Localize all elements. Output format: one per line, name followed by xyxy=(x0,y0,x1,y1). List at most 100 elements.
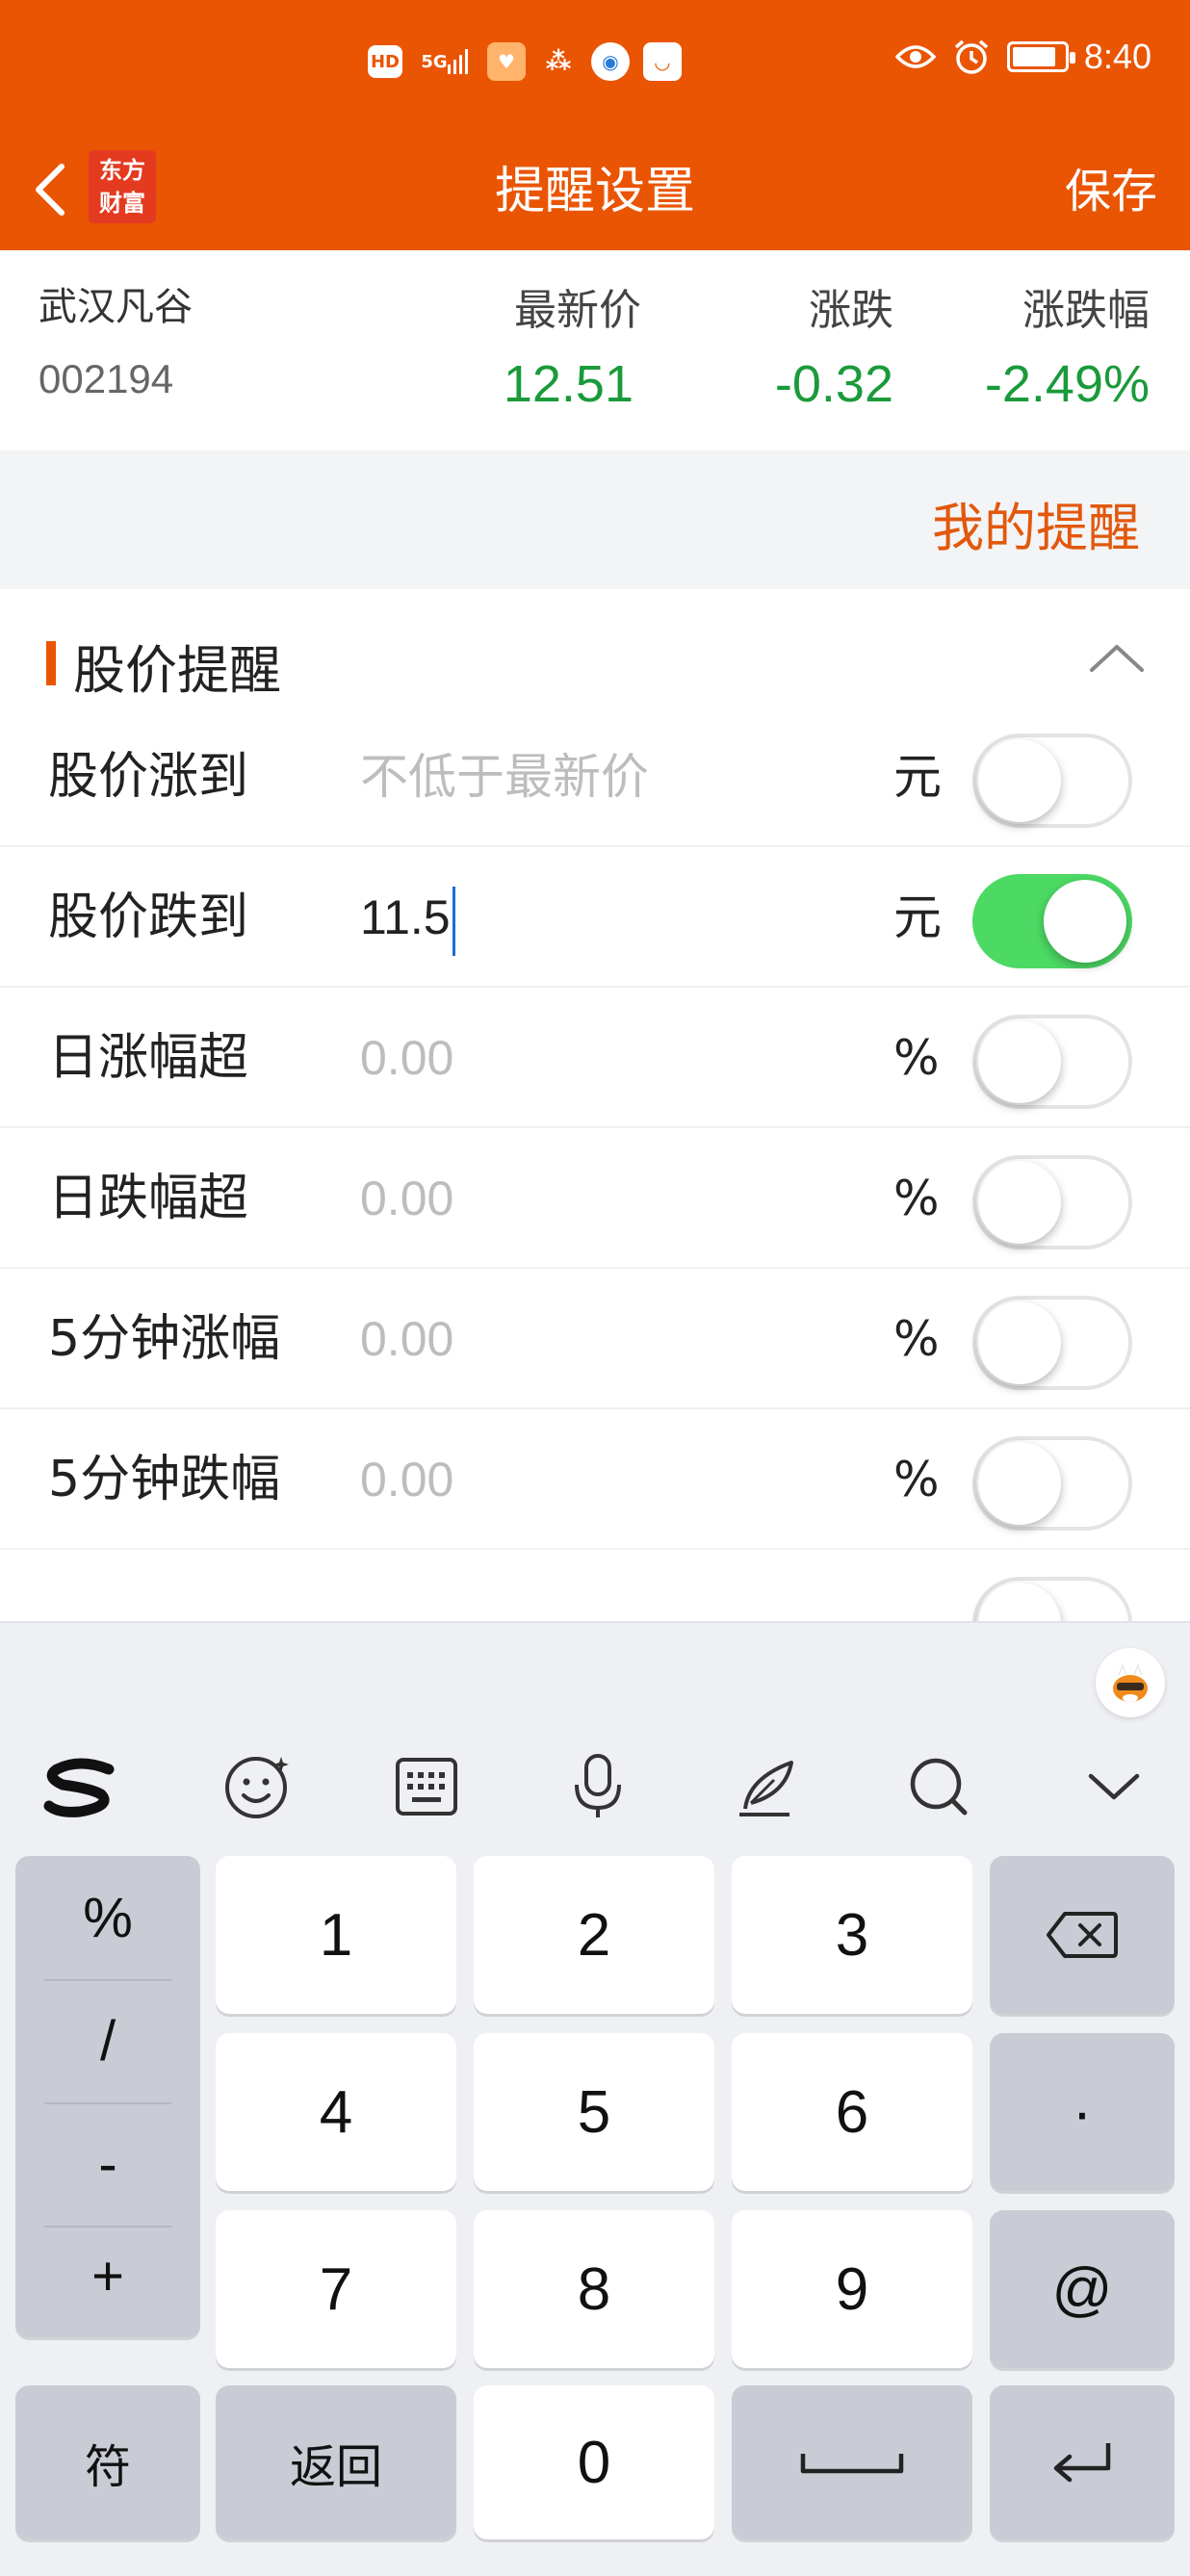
battery-icon xyxy=(1006,41,1075,72)
alert-row-daily-fall: 日跌幅超 0.00 % xyxy=(0,1128,1190,1269)
clock: 8:40 xyxy=(1083,37,1151,76)
row-unit: % xyxy=(893,1030,940,1086)
key-8[interactable]: 8 xyxy=(474,2210,714,2368)
five-min-fall-toggle[interactable] xyxy=(972,1436,1132,1531)
symbols-key[interactable]: 符 xyxy=(15,2385,200,2539)
price-down-input[interactable]: 11.5 xyxy=(360,847,455,988)
microphone-icon[interactable] xyxy=(555,1739,641,1835)
daily-fall-input[interactable]: 0.00 xyxy=(360,1128,453,1269)
toggle-knob xyxy=(978,1301,1061,1384)
alert-row-5min-fall: 5分钟跌幅 0.00 % xyxy=(0,1409,1190,1550)
handwriting-pen-icon[interactable] xyxy=(724,1739,811,1835)
eye-icon xyxy=(894,37,936,77)
browser-icon: ◉ xyxy=(591,42,630,81)
numeric-keyboard: % / - + 1 2 3 4 5 6 · 7 8 9 @ 符 返回 0 xyxy=(0,1621,1190,2576)
row-label: 股价跌到 xyxy=(48,889,249,946)
key-slash[interactable]: / xyxy=(15,1979,200,2102)
stock-code: 002194 xyxy=(39,356,174,401)
hd-icon: HD xyxy=(368,45,402,78)
my-reminders-link[interactable]: 我的提醒 xyxy=(932,485,1140,561)
key-dot[interactable]: · xyxy=(990,2033,1175,2191)
row-unit: % xyxy=(893,1311,940,1367)
row-unit: 元 xyxy=(893,749,942,805)
header-latest-price: 最新价 xyxy=(514,286,641,335)
backspace-icon xyxy=(1047,1912,1118,1958)
toggle-knob xyxy=(978,1161,1061,1244)
alert-row-5min-rise: 5分钟涨幅 0.00 % xyxy=(0,1269,1190,1409)
nav-bar: 东方 财富 提醒设置 保存 xyxy=(0,133,1190,250)
return-key[interactable]: 返回 xyxy=(216,2385,456,2539)
key-plus[interactable]: + xyxy=(15,2214,200,2337)
price-down-toggle[interactable] xyxy=(972,874,1132,968)
header-change-percent: 涨跌幅 xyxy=(1022,286,1150,335)
key-3[interactable]: 3 xyxy=(732,1856,972,2014)
alert-row-daily-rise: 日涨幅超 0.00 % xyxy=(0,988,1190,1128)
stock-quote: 武汉凡谷 002194 最新价 涨跌 涨跌幅 12.51 -0.32 -2.49… xyxy=(0,250,1190,451)
row-label: 股价涨到 xyxy=(48,748,249,806)
chevron-up-icon[interactable] xyxy=(1088,639,1146,678)
latest-price: 12.51 xyxy=(503,355,634,413)
enter-icon xyxy=(1053,2443,1111,2483)
key-9[interactable]: 9 xyxy=(732,2210,972,2368)
key-at[interactable]: @ xyxy=(990,2210,1175,2368)
daily-rise-input[interactable]: 0.00 xyxy=(360,988,453,1128)
row-unit: % xyxy=(893,1452,940,1507)
status-bar: HD 5G ♥ ⁂ ◉ ◡ 8:40 xyxy=(0,0,1190,133)
status-right: 8:40 xyxy=(894,37,1151,77)
space-key[interactable] xyxy=(732,2385,972,2539)
row-label: 日涨幅超 xyxy=(48,1029,249,1087)
stock-name: 武汉凡谷 xyxy=(39,285,193,329)
alert-row-price-down: 股价跌到 11.5 元 xyxy=(0,847,1190,988)
price-alert-section: 股价提醒 股价涨到 不低于最新价 元 股价跌到 11.5 元 日涨幅超 0.00… xyxy=(0,589,1190,1671)
page-title: 提醒设置 xyxy=(494,163,695,220)
row-unit: 元 xyxy=(893,889,942,945)
toggle-knob xyxy=(1044,880,1126,963)
row-label: 5分钟跌幅 xyxy=(48,1451,281,1508)
key-minus[interactable]: - xyxy=(15,2102,200,2226)
emoji-icon[interactable] xyxy=(214,1739,300,1835)
alert-row-price-up: 股价涨到 不低于最新价 元 xyxy=(0,707,1190,847)
daily-fall-toggle[interactable] xyxy=(972,1155,1132,1249)
hide-keyboard-chevron-down-icon[interactable] xyxy=(1071,1739,1157,1835)
status-icons: HD 5G ♥ ⁂ ◉ ◡ xyxy=(368,42,682,81)
app-header: HD 5G ♥ ⁂ ◉ ◡ 8:40 东方 财富 提醒设置 保存 xyxy=(0,0,1190,250)
key-2[interactable]: 2 xyxy=(474,1856,714,2014)
symbol-column: % / - + xyxy=(15,1856,200,2337)
search-icon[interactable] xyxy=(895,1739,982,1835)
shopping-bag-icon: ◡ xyxy=(643,42,682,81)
section-title: 股价提醒 xyxy=(73,640,281,701)
five-min-fall-input[interactable]: 0.00 xyxy=(360,1409,453,1550)
health-app-icon: ♥ xyxy=(487,42,526,81)
key-6[interactable]: 6 xyxy=(732,2033,972,2191)
keyboard-switch-icon[interactable] xyxy=(383,1739,470,1835)
key-7[interactable]: 7 xyxy=(216,2210,456,2368)
header-change: 涨跌 xyxy=(809,286,893,335)
key-percent[interactable]: % xyxy=(15,1856,200,1979)
daily-rise-toggle[interactable] xyxy=(972,1015,1132,1109)
change-value: -0.32 xyxy=(774,355,893,413)
sogou-logo-icon[interactable] xyxy=(39,1739,125,1835)
five-min-rise-toggle[interactable] xyxy=(972,1296,1132,1390)
price-up-toggle[interactable] xyxy=(972,734,1132,828)
alarm-icon xyxy=(951,37,992,77)
row-label: 5分钟涨幅 xyxy=(48,1310,281,1368)
key-5[interactable]: 5 xyxy=(474,2033,714,2191)
text-cursor xyxy=(452,886,455,956)
key-0[interactable]: 0 xyxy=(474,2385,714,2539)
price-up-input[interactable]: 不低于最新价 xyxy=(360,707,649,847)
section-accent-bar xyxy=(46,641,56,685)
five-min-rise-input[interactable]: 0.00 xyxy=(360,1269,453,1409)
row-unit: % xyxy=(893,1171,940,1226)
save-button[interactable]: 保存 xyxy=(1065,133,1157,250)
backspace-key[interactable] xyxy=(990,1856,1175,2014)
key-1[interactable]: 1 xyxy=(216,1856,456,2014)
row-label: 日跌幅超 xyxy=(48,1170,249,1227)
toggle-knob xyxy=(978,1442,1061,1525)
toggle-knob xyxy=(978,1020,1061,1103)
key-4[interactable]: 4 xyxy=(216,2033,456,2191)
keyboard-toolbar xyxy=(0,1739,1190,1835)
keyboard-mascot-icon[interactable] xyxy=(1096,1648,1165,1717)
space-bar-icon xyxy=(800,2454,904,2474)
battery-level xyxy=(1012,47,1055,66)
enter-key[interactable] xyxy=(990,2385,1175,2539)
